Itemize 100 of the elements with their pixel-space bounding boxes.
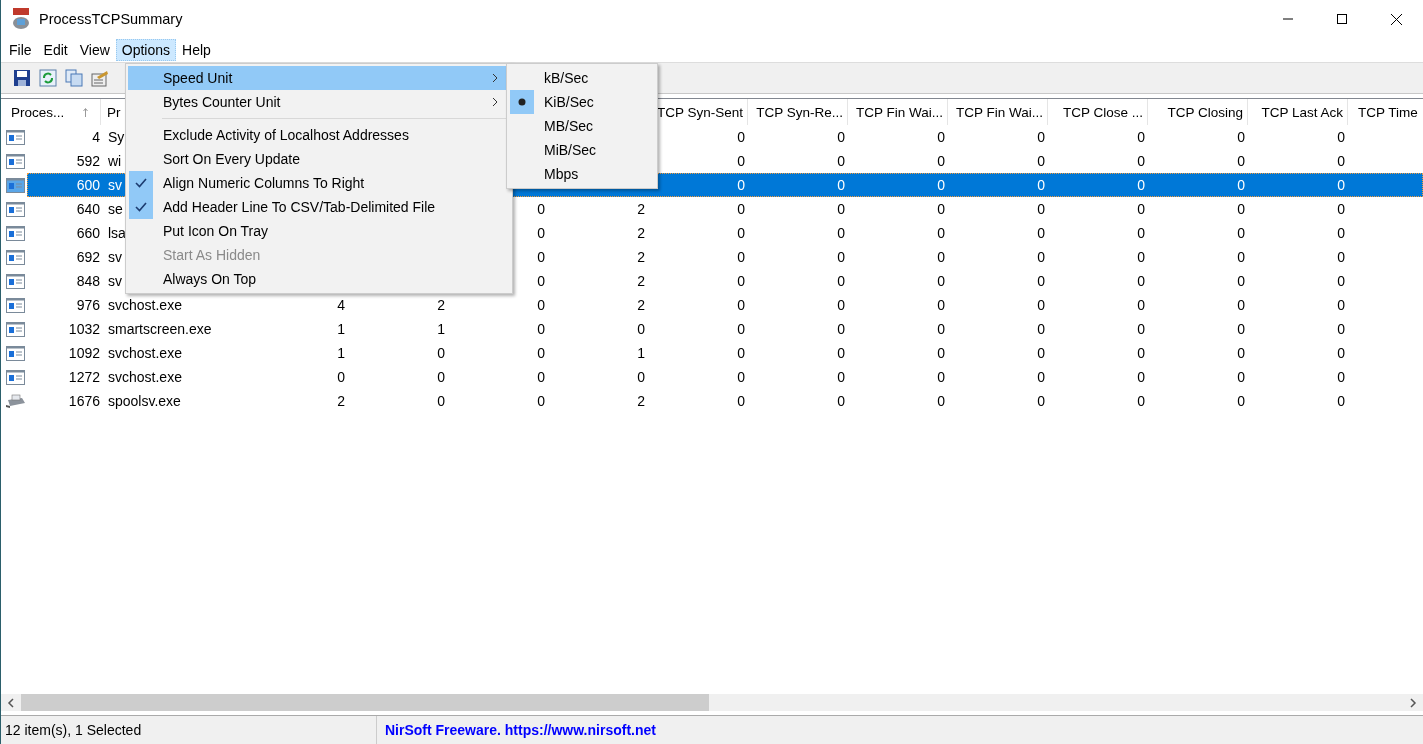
window-icon <box>5 153 25 169</box>
website-link[interactable]: NirSoft Freeware. https://www.nirsoft.net <box>385 722 656 738</box>
window-title: ProcessTCPSummary <box>39 11 184 27</box>
table-cell: 0 <box>437 393 445 409</box>
window-icon <box>5 369 25 385</box>
table-cell: 0 <box>737 225 745 241</box>
window-icon <box>5 297 25 313</box>
table-cell: 0 <box>1337 393 1345 409</box>
column-header[interactable]: TCP Syn-Re... <box>756 104 843 120</box>
table-cell: 1272 <box>68 369 100 385</box>
menu-item[interactable]: Put Icon On Tray <box>128 219 510 243</box>
table-cell: 4 <box>337 297 345 313</box>
table-cell: 2 <box>637 273 645 289</box>
table-cell: 0 <box>937 393 945 409</box>
table-cell: 0 <box>1137 177 1145 193</box>
table-cell: 0 <box>737 345 745 361</box>
table-cell: 0 <box>737 249 745 265</box>
table-cell: 0 <box>1137 393 1145 409</box>
menu-item[interactable]: Add Header Line To CSV/Tab-Delimited File <box>128 195 510 219</box>
table-cell: spoolsv.exe <box>108 393 181 409</box>
window-icon <box>5 273 25 289</box>
table-cell: 0 <box>1237 297 1245 313</box>
table-cell: 0 <box>737 273 745 289</box>
window-icon <box>5 129 25 145</box>
table-cell: 0 <box>537 321 545 337</box>
menu-item[interactable]: MB/Sec <box>509 114 655 138</box>
menu-item[interactable]: Help <box>176 39 217 61</box>
table-cell: 0 <box>1237 249 1245 265</box>
table-cell: 2 <box>637 393 645 409</box>
copy-icon[interactable] <box>65 69 83 87</box>
menu-item[interactable]: Align Numeric Columns To Right <box>128 171 510 195</box>
scroll-left-icon[interactable] <box>7 697 15 708</box>
table-cell: 0 <box>1237 177 1245 193</box>
table-cell: 0 <box>737 393 745 409</box>
properties-icon[interactable] <box>91 69 109 87</box>
table-cell: 0 <box>837 225 845 241</box>
close-icon <box>1390 13 1402 25</box>
save-icon[interactable] <box>13 69 31 87</box>
table-cell: 0 <box>937 249 945 265</box>
menu-item[interactable]: Options <box>115 39 177 61</box>
menu-item[interactable]: MiB/Sec <box>509 138 655 162</box>
table-cell: 0 <box>537 297 545 313</box>
table-cell: 0 <box>837 129 845 145</box>
table-cell: 0 <box>1137 249 1145 265</box>
chevron-right-icon <box>492 73 498 83</box>
table-cell: 0 <box>737 369 745 385</box>
table-cell: 0 <box>1137 129 1145 145</box>
column-header[interactable]: TCP Time <box>1358 104 1418 120</box>
table-cell: svchost.exe <box>108 345 182 361</box>
table-cell: 0 <box>1137 153 1145 169</box>
table-cell: 0 <box>1037 369 1045 385</box>
table-cell: sv <box>108 249 122 265</box>
table-cell: 0 <box>337 369 345 385</box>
menu-item[interactable]: Sort On Every Update <box>128 147 510 171</box>
menu-item[interactable]: KiB/Sec <box>509 90 655 114</box>
table-cell: 0 <box>1137 321 1145 337</box>
maximize-icon <box>1337 14 1347 24</box>
table-cell: 600 <box>76 177 100 193</box>
table-cell: 0 <box>1037 153 1045 169</box>
table-cell: 0 <box>937 201 945 217</box>
column-header[interactable]: Pr <box>107 104 121 120</box>
menu-item[interactable]: Edit <box>37 39 74 61</box>
menu-item[interactable]: File <box>3 39 38 61</box>
window-icon <box>5 201 25 217</box>
table-cell: 2 <box>637 249 645 265</box>
table-cell: 0 <box>1037 321 1045 337</box>
table-cell: 1032 <box>68 321 100 337</box>
horizontal-scrollbar[interactable] <box>1 694 1423 711</box>
table-cell: 1092 <box>68 345 100 361</box>
menu-item[interactable]: Always On Top <box>128 267 510 291</box>
table-cell: 592 <box>76 153 100 169</box>
table-cell: 0 <box>737 129 745 145</box>
column-header[interactable]: TCP Close ... <box>1062 104 1143 120</box>
menu-item[interactable]: kB/Sec <box>509 66 655 90</box>
table-cell: 2 <box>337 393 345 409</box>
table-cell: 0 <box>637 321 645 337</box>
table-cell: 0 <box>837 273 845 289</box>
column-header[interactable]: TCP Fin Wai... <box>956 104 1043 120</box>
column-header[interactable]: TCP Syn-Sent <box>656 104 743 120</box>
column-header[interactable]: TCP Closing <box>1167 104 1243 120</box>
column-header[interactable]: Proces... <box>11 104 65 120</box>
table-cell: 0 <box>1237 273 1245 289</box>
scroll-right-icon[interactable] <box>1409 697 1417 708</box>
menu-item[interactable]: Bytes Counter Unit <box>128 90 510 114</box>
column-header[interactable]: TCP Fin Wai... <box>856 104 943 120</box>
table-cell: se <box>108 201 123 217</box>
table-cell: 0 <box>1337 201 1345 217</box>
table-cell: 0 <box>1037 297 1045 313</box>
refresh-icon[interactable] <box>39 69 57 87</box>
table-cell: 2 <box>637 201 645 217</box>
table-cell: 0 <box>937 225 945 241</box>
menu-item[interactable]: Exclude Activity of Localhost Addresses <box>128 123 510 147</box>
column-header[interactable]: TCP Last Ack <box>1261 104 1343 120</box>
table-cell: 0 <box>1037 249 1045 265</box>
table-cell: 0 <box>1037 129 1045 145</box>
table-cell: 0 <box>1237 129 1245 145</box>
table-cell: 0 <box>1037 393 1045 409</box>
table-cell: Sy <box>108 129 125 145</box>
table-cell: 0 <box>1337 297 1345 313</box>
menu-item[interactable]: View <box>73 39 116 61</box>
